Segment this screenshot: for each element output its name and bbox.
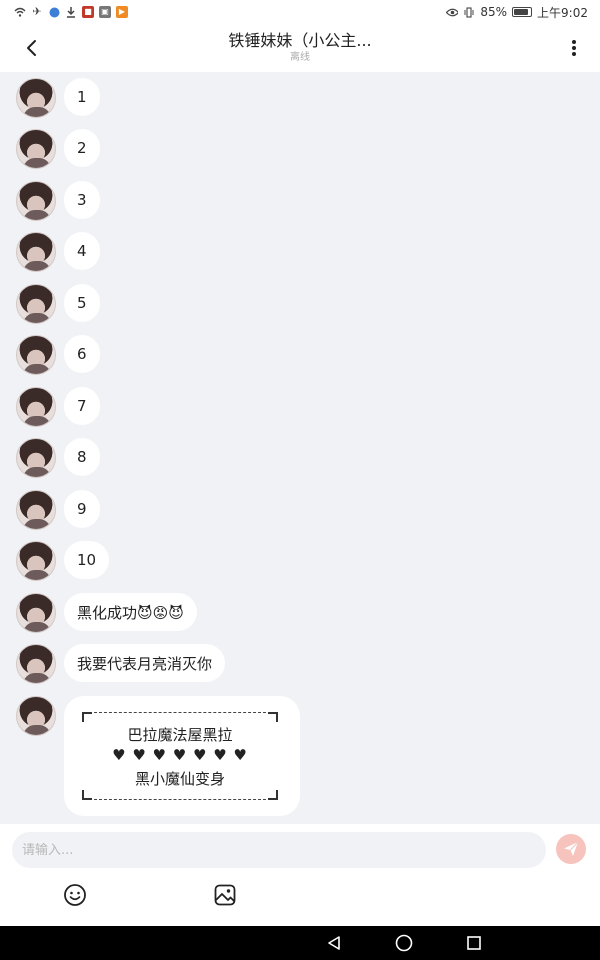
status-time: 上午9:02 [537,5,588,20]
status-right: 85% 上午9:02 [446,4,588,21]
avatar[interactable] [16,78,56,118]
card-message-bubble[interactable]: 巴拉魔法屋黑拉 ♥ ♥ ♥ ♥ ♥ ♥ ♥ 黑小魔仙变身 [64,696,300,816]
frame-dashed-line [94,799,266,800]
avatar[interactable] [16,387,56,427]
message-bubble[interactable]: 3 [64,181,100,219]
header-titles: 铁锤妹妹（小公主... 离线 [100,30,500,64]
chat-title: 铁锤妹妹（小公主... [228,31,372,50]
message-bubble[interactable]: 6 [64,335,100,373]
message-input[interactable] [22,842,536,858]
card-line-1: 巴拉魔法屋黑拉 [127,726,233,744]
system-nav-bar [0,926,600,960]
airplane-icon: ✈ [32,5,42,18]
online-status: 离线 [290,52,310,63]
frame-corner [268,712,278,722]
more-vertical-icon [572,40,576,56]
message-bubble[interactable]: 我要代表月亮消灭你 [64,644,226,682]
message-row: 4 [16,232,100,272]
message-row: 7 [16,387,100,427]
avatar[interactable] [16,335,56,375]
square-recents-icon [467,936,481,950]
status-left-icons: ✈ ■ ▣ ▶ [14,6,128,18]
back-button[interactable] [18,36,46,60]
message-row: 3 [16,181,100,221]
battery-percent: 85% [480,5,508,19]
card-hearts: ♥ ♥ ♥ ♥ ♥ ♥ ♥ [112,746,248,764]
send-button[interactable] [556,834,586,864]
message-list[interactable]: 1 2 3 4 5 6 7 8 9 10 黑化成功😈😡😈 我要代表月亮消灭你 巴… [0,72,600,824]
app-icon [48,6,60,18]
message-row: 6 [16,335,100,375]
circle-home-icon [395,934,413,952]
frame-dashed-line [94,712,266,713]
message-row: 8 [16,438,100,478]
wifi-icon [14,6,26,18]
nav-back-button[interactable] [323,932,345,954]
message-bubble[interactable]: 7 [64,387,100,425]
emoji-button[interactable] [62,882,88,908]
chat-header: 铁锤妹妹（小公主... 离线 [0,24,600,72]
input-area [0,824,600,926]
nav-home-button[interactable] [393,932,415,954]
message-row: 10 [16,541,110,581]
send-icon [564,841,579,856]
avatar[interactable] [16,644,56,684]
vibrate-icon [463,6,475,18]
avatar[interactable] [16,438,56,478]
message-bubble[interactable]: 5 [64,284,100,322]
avatar[interactable] [16,490,56,530]
message-bubble[interactable]: 4 [64,232,100,270]
eye-icon [446,6,459,18]
avatar[interactable] [16,181,56,221]
avatar[interactable] [16,284,56,324]
avatar[interactable] [16,129,56,169]
card-line-3: 黑小魔仙变身 [134,770,225,788]
frame-corner [82,712,92,722]
image-button[interactable] [212,882,238,908]
message-row: 5 [16,284,100,324]
message-row: 1 [16,78,100,118]
message-row: 巴拉魔法屋黑拉 ♥ ♥ ♥ ♥ ♥ ♥ ♥ 黑小魔仙变身 [16,696,300,816]
battery-icon [512,7,533,17]
avatar[interactable] [16,593,56,633]
message-row: 9 [16,490,100,530]
message-row: 我要代表月亮消灭你 [16,644,226,684]
emoji-icon [64,884,86,906]
app-icon: ▣ [99,6,111,18]
message-input-box[interactable] [12,832,546,868]
message-bubble[interactable]: 2 [64,129,100,167]
status-bar: ✈ ■ ▣ ▶ 85% 上午9:02 [0,0,600,24]
app-icon: ■ [82,6,94,18]
message-bubble[interactable]: 10 [64,541,110,579]
frame-corner [82,790,92,800]
more-button[interactable] [560,36,588,60]
frame-corner [268,790,278,800]
chevron-left-icon [27,40,36,56]
message-bubble[interactable]: 8 [64,438,100,476]
message-bubble[interactable]: 9 [64,490,100,528]
download-icon [65,6,77,18]
message-bubble[interactable]: 黑化成功😈😡😈 [64,593,197,631]
message-row: 黑化成功😈😡😈 [16,593,197,633]
avatar[interactable] [16,696,56,736]
image-icon [214,884,236,906]
nav-recents-button[interactable] [463,932,485,954]
card-frame: 巴拉魔法屋黑拉 ♥ ♥ ♥ ♥ ♥ ♥ ♥ 黑小魔仙变身 [82,712,278,800]
avatar[interactable] [16,541,56,581]
message-bubble[interactable]: 1 [64,78,100,116]
message-row: 2 [16,129,100,169]
avatar[interactable] [16,232,56,272]
app-icon: ▶ [116,6,128,18]
triangle-back-icon [328,936,340,950]
